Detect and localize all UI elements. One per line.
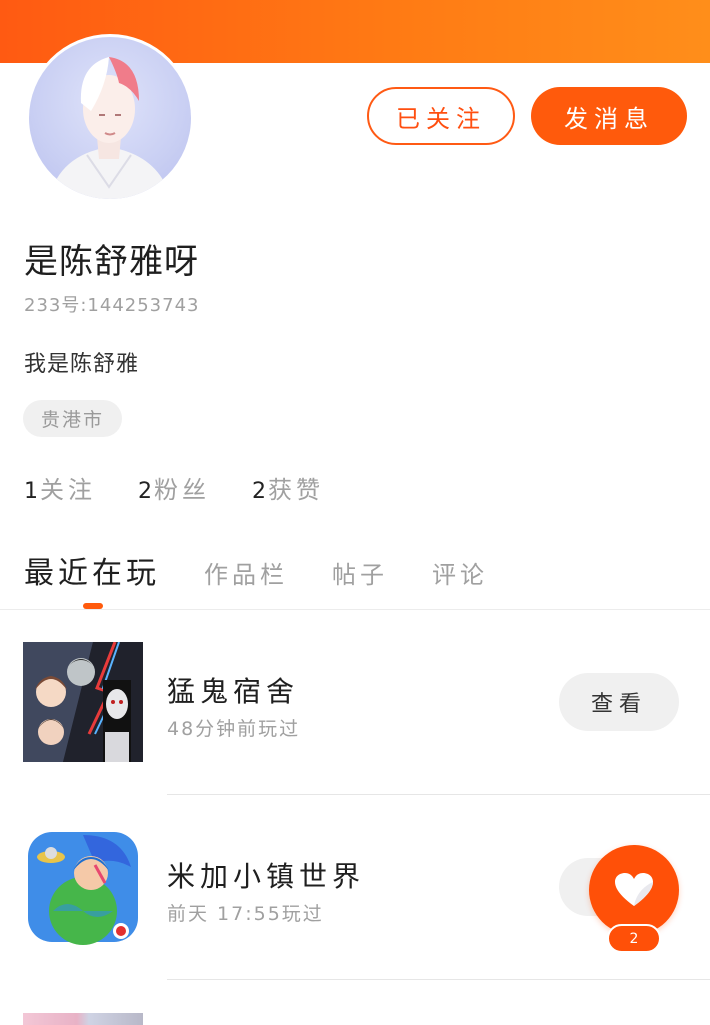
game-row[interactable]: 猛鬼宿舍 48分钟前玩过 查看 xyxy=(0,642,710,762)
stat-fans-label: 粉丝 xyxy=(154,476,210,504)
stat-likes[interactable]: 2 获赞 xyxy=(252,470,324,505)
stat-following-label: 关注 xyxy=(40,476,96,504)
game-title: 猛鬼宿舍 xyxy=(167,675,300,708)
game-last-played: 48分钟前玩过 xyxy=(167,718,301,740)
miga-town-game-icon xyxy=(23,827,143,947)
game-thumbnail-partial xyxy=(23,1013,143,1025)
profile-stats: 1 关注 2 粉丝 2 获赞 xyxy=(24,470,366,505)
stat-fans-count: 2 xyxy=(138,479,152,504)
profile-username: 是陈舒雅呀 xyxy=(24,242,199,282)
stat-following-count: 1 xyxy=(24,479,38,504)
profile-bio: 我是陈舒雅 xyxy=(24,352,140,377)
view-game-button[interactable]: 查看 xyxy=(559,673,679,731)
tab-comments[interactable]: 评论 xyxy=(432,555,488,590)
like-count-badge: 2 xyxy=(607,924,661,953)
like-fab-button[interactable] xyxy=(589,845,679,935)
stat-likes-label: 获赞 xyxy=(268,476,324,504)
stat-fans[interactable]: 2 粉丝 xyxy=(138,470,210,505)
profile-tabs: 最近在玩 作品栏 帖子 评论 xyxy=(24,548,532,592)
heart-icon xyxy=(615,873,653,906)
stat-likes-count: 2 xyxy=(252,479,266,504)
tab-posts[interactable]: 帖子 xyxy=(332,555,388,590)
location-badge: 贵港市 xyxy=(23,400,123,437)
send-message-button[interactable]: 发消息 xyxy=(531,87,687,145)
avatar-image xyxy=(29,37,191,199)
haunted-dorm-game-icon xyxy=(23,642,143,762)
tab-works[interactable]: 作品栏 xyxy=(204,555,288,590)
row-divider xyxy=(167,979,710,980)
avatar[interactable] xyxy=(26,34,194,202)
tabs-divider xyxy=(0,609,710,610)
stat-following[interactable]: 1 关注 xyxy=(24,470,96,505)
profile-user-id: 233号:144253743 xyxy=(24,295,200,316)
tab-recently-played[interactable]: 最近在玩 xyxy=(24,548,160,592)
game-title: 米加小镇世界 xyxy=(167,860,366,893)
row-divider xyxy=(167,794,710,795)
followed-button[interactable]: 已关注 xyxy=(367,87,515,145)
game-last-played: 前天 17:55玩过 xyxy=(167,903,324,925)
